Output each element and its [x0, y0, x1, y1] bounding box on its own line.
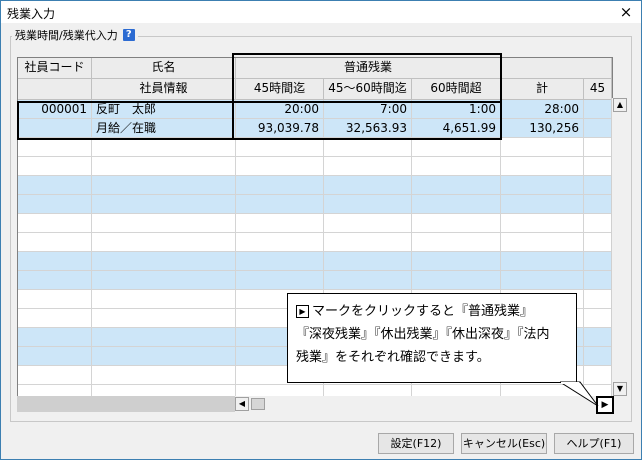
- cancel-button[interactable]: キャンセル(Esc): [461, 433, 547, 454]
- scroll-down-icon[interactable]: ▼: [613, 382, 627, 396]
- close-icon[interactable]: ×: [617, 3, 635, 21]
- header-total[interactable]: 計: [501, 79, 584, 100]
- tooltip-line-1: ▶ マークをクリックすると『普通残業』: [296, 300, 568, 323]
- hours-45-60-cell[interactable]: 7:00: [324, 100, 412, 119]
- header-60h[interactable]: 60時間超: [412, 79, 501, 100]
- horizontal-scroll-thumb[interactable]: [251, 398, 265, 410]
- tooltip-pointer: [560, 381, 599, 407]
- tooltip-callout: ▶ マークをクリックすると『普通残業』 『深夜残業』『休出残業』『休出深夜』『法内…: [287, 293, 577, 383]
- header-partial-45[interactable]: 45: [584, 79, 612, 100]
- hours-partial-cell[interactable]: [584, 100, 612, 119]
- header-employee-code[interactable]: 社員コード: [18, 58, 92, 79]
- employee-code-cell[interactable]: 000001: [18, 100, 92, 119]
- table-row[interactable]: [18, 252, 612, 271]
- hours-60-cell[interactable]: 1:00: [412, 100, 501, 119]
- hours-total-cell[interactable]: 28:00: [501, 100, 584, 119]
- amount-45-cell[interactable]: 93,039.78: [236, 119, 324, 138]
- help-icon[interactable]: ?: [122, 29, 135, 41]
- amount-partial-cell[interactable]: [584, 119, 612, 138]
- table-row[interactable]: [18, 157, 612, 176]
- column-divider: [583, 138, 584, 397]
- amount-45-60-cell[interactable]: 32,563.93: [324, 119, 412, 138]
- header-employee-info[interactable]: 社員情報: [92, 79, 236, 100]
- header-blank-code: [18, 79, 92, 100]
- table-row[interactable]: [18, 195, 612, 214]
- column-divider: [235, 138, 236, 397]
- scroll-up-icon[interactable]: ▲: [613, 98, 627, 112]
- scroll-left-icon[interactable]: ◀: [235, 397, 249, 411]
- amount-60-cell[interactable]: 4,651.99: [412, 119, 501, 138]
- horizontal-scroll-track[interactable]: ◀: [235, 396, 611, 412]
- table-row[interactable]: [18, 271, 612, 290]
- header-45h[interactable]: 45時間迄: [236, 79, 324, 100]
- employee-code-cell-empty[interactable]: [18, 119, 92, 138]
- header-regular-overtime[interactable]: 普通残業: [236, 58, 501, 79]
- marker-icon: ▶: [296, 305, 309, 318]
- table-row[interactable]: [18, 214, 612, 233]
- header-blank: [501, 58, 612, 79]
- tooltip-line-2: 『深夜残業』『休出残業』『休出深夜』『法内: [296, 327, 550, 342]
- column-divider: [91, 138, 92, 397]
- hours-45-cell[interactable]: 20:00: [236, 100, 324, 119]
- employee-info-cell[interactable]: 月給／在職: [92, 119, 236, 138]
- amount-total-cell[interactable]: 130,256: [501, 119, 584, 138]
- header-45-60h[interactable]: 45～60時間迄: [324, 79, 412, 100]
- window-title: 残業入力: [7, 7, 56, 21]
- help-button[interactable]: ヘルプ(F1): [554, 433, 634, 454]
- table-row[interactable]: 月給／在職 93,039.78 32,563.93 4,651.99 130,2…: [18, 119, 612, 138]
- tooltip-text-1: マークをクリックすると『普通残業』: [312, 304, 534, 319]
- title-bar: 残業入力 ×: [1, 1, 641, 23]
- group-label: 残業時間/残業代入力 ?: [12, 27, 138, 43]
- table-row[interactable]: [18, 233, 612, 252]
- tooltip-line-3: 残業』をそれぞれ確認できます。: [296, 350, 490, 365]
- employee-name-cell[interactable]: 反町 太郎: [92, 100, 236, 119]
- settings-button[interactable]: 設定(F12): [378, 433, 454, 454]
- group-label-text: 残業時間/残業代入力: [15, 29, 118, 42]
- vertical-scrollbar[interactable]: ▲ ▼: [611, 98, 628, 396]
- table-row[interactable]: [18, 176, 612, 195]
- horizontal-scrollbar[interactable]: ◀: [17, 396, 611, 412]
- table-row[interactable]: 000001 反町 太郎 20:00 7:00 1:00 28:00: [18, 100, 612, 119]
- table-row[interactable]: [18, 138, 612, 157]
- header-name[interactable]: 氏名: [92, 58, 236, 79]
